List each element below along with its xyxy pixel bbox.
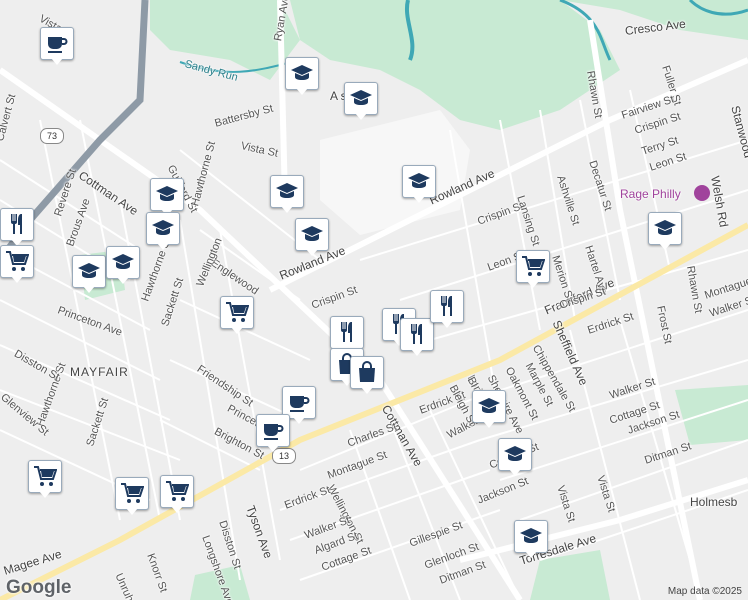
- map-pin[interactable]: [256, 414, 290, 454]
- google-logo: Google: [6, 577, 72, 598]
- poi-label[interactable]: Rage Philly: [620, 188, 681, 200]
- map-pin[interactable]: [0, 208, 34, 248]
- map-pin[interactable]: [648, 212, 682, 252]
- neighborhood-label: MAYFAIR: [70, 365, 129, 379]
- map-pin[interactable]: [146, 212, 180, 252]
- map-pin[interactable]: [220, 296, 254, 336]
- map-pin[interactable]: [350, 356, 384, 396]
- map-pin[interactable]: [344, 82, 378, 122]
- map-pin[interactable]: [115, 477, 149, 517]
- map-pin[interactable]: [285, 57, 319, 97]
- map-pin[interactable]: [402, 165, 436, 205]
- map-canvas[interactable]: Rowland Ave Rowland Ave Cottman Ave Cott…: [0, 0, 748, 600]
- poi-marker-icon[interactable]: [694, 185, 710, 201]
- map-pin[interactable]: [40, 27, 74, 67]
- map-pin[interactable]: [106, 246, 140, 286]
- street-label: Holmesb: [690, 495, 738, 509]
- map-pin[interactable]: [0, 245, 34, 285]
- map-pin[interactable]: [516, 250, 550, 290]
- map-pin[interactable]: [160, 475, 194, 515]
- map-pin[interactable]: [400, 318, 434, 358]
- map-pin[interactable]: [270, 175, 304, 215]
- map-pin[interactable]: [514, 520, 548, 560]
- map-pin[interactable]: [72, 255, 106, 295]
- map-pin[interactable]: [472, 390, 506, 430]
- map-pin[interactable]: [295, 218, 329, 258]
- highway-shield: 73: [40, 128, 64, 144]
- map-attribution: Map data ©2025: [667, 586, 742, 597]
- map-pin[interactable]: [28, 460, 62, 500]
- map-pin[interactable]: [430, 290, 464, 330]
- map-pin[interactable]: [498, 438, 532, 478]
